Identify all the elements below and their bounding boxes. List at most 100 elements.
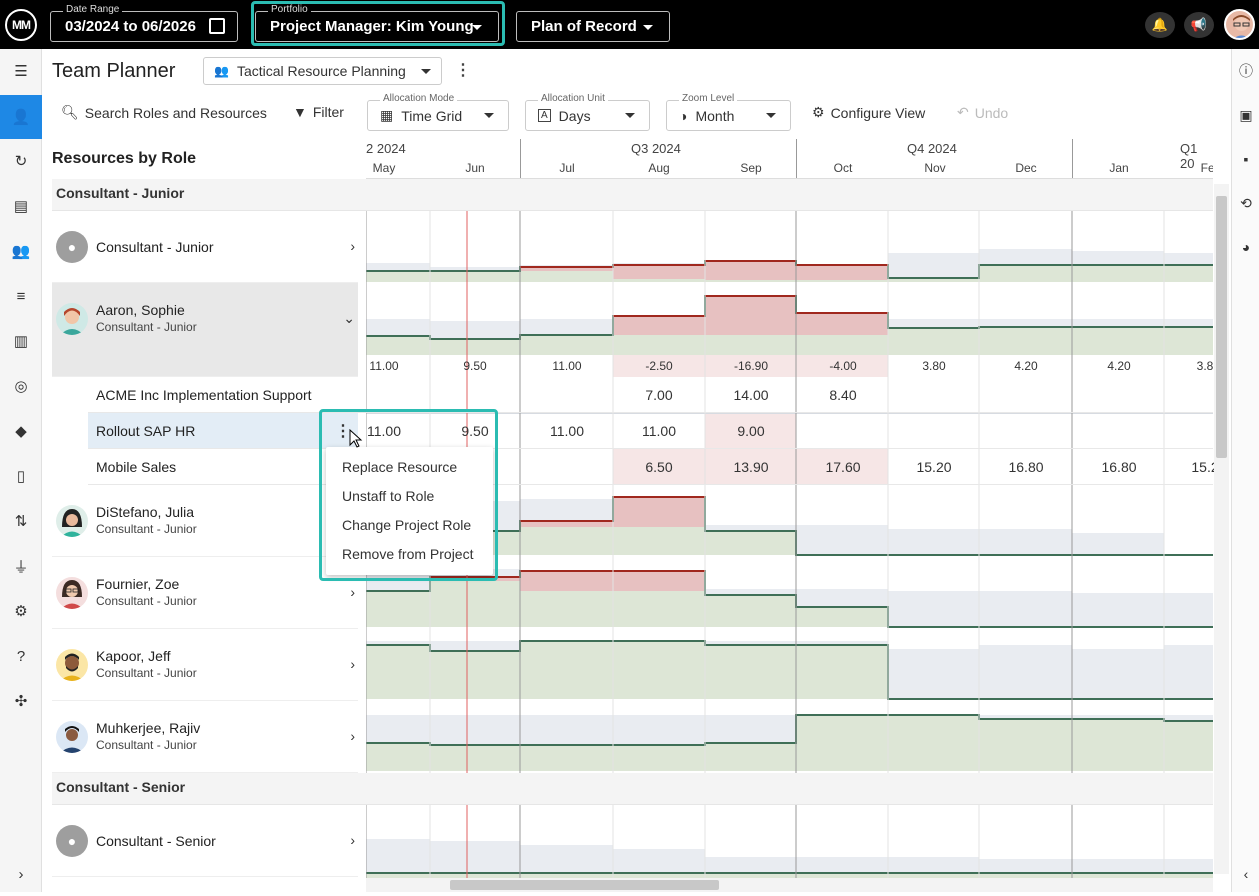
resource-row[interactable]: ● Consultant - Junior › [52, 211, 358, 283]
chevron-down-icon[interactable]: ⌄ [343, 310, 355, 327]
allocation-mode-select[interactable]: Allocation Mode ▦ Time Grid [367, 93, 509, 131]
allocation-cell[interactable]: 7.00 [645, 387, 672, 403]
allocation-cell[interactable]: 15.20 [916, 459, 951, 475]
zoom-level-select[interactable]: Zoom Level ◑ Month [666, 93, 791, 131]
vertical-scrollbar[interactable] [1214, 184, 1229, 874]
filter-button[interactable]: ▼ Filter [293, 104, 344, 120]
project-name: Rollout SAP HR [96, 423, 196, 439]
mouse-cursor-icon [349, 429, 363, 448]
allocation-cell[interactable]: 16.80 [1101, 459, 1136, 475]
resource-row[interactable]: DiStefano, Julia Consultant - Junior [52, 485, 358, 557]
date-range-value: 03/2024 to 06/2026 [65, 18, 196, 35]
sort-icon[interactable]: ⇅ [0, 499, 42, 543]
allocation-unit-value: Days [558, 107, 591, 124]
allocation-cell[interactable]: 13.90 [733, 459, 768, 475]
chat-icon[interactable]: ▣ [1232, 100, 1259, 130]
horizontal-scrollbar[interactable] [366, 878, 1213, 892]
search-button[interactable]: 🔍︎ Search Roles and Resources [61, 104, 267, 121]
allocation-cell[interactable]: 14.00 [733, 387, 768, 403]
allocation-unit-select[interactable]: Allocation Unit A Days [525, 93, 650, 131]
info-icon[interactable]: ⓘ [1232, 56, 1259, 86]
resource-role: Consultant - Junior [96, 738, 197, 752]
gear-icon: ⚙ [812, 104, 825, 120]
palette-icon[interactable]: ◕ [1232, 232, 1259, 262]
net-value-cell: 3.8 [1196, 359, 1214, 373]
allocation-cell[interactable]: 8.40 [829, 387, 856, 403]
chevron-right-icon[interactable]: › [350, 584, 355, 600]
plan-selector[interactable]: Plan of Record [516, 11, 670, 42]
resource-name: Muhkerjee, Rajiv [96, 720, 201, 736]
list-icon[interactable]: ≡ [0, 274, 42, 318]
chevron-left-icon[interactable]: ‹ [1232, 859, 1259, 889]
scrollbar-thumb[interactable] [450, 880, 719, 890]
chevron-right-icon[interactable]: › [0, 852, 42, 896]
quarter-divider [796, 139, 797, 178]
allocation-mode-value: Time Grid [401, 107, 463, 124]
refresh-icon[interactable]: ↻ [0, 139, 42, 183]
resource-row[interactable]: Fournier, Zoe Consultant - Junior › [52, 557, 358, 629]
scrollbar-thumb[interactable] [1216, 196, 1227, 458]
net-value-cell: 3.80 [922, 359, 946, 373]
undo-button[interactable]: ↶ Undo [957, 104, 1008, 121]
chevron-right-icon[interactable]: › [350, 728, 355, 744]
configure-view-button[interactable]: ⚙ Configure View [812, 104, 925, 121]
diamond-icon[interactable]: ◆ [0, 409, 42, 453]
plug-icon[interactable]: ⏚ [0, 544, 42, 588]
quarter-divider [520, 139, 521, 178]
grid-icon: ▦ [380, 107, 394, 123]
comment-icon[interactable]: ▪ [1232, 144, 1259, 174]
allocation-cell[interactable]: 11.00 [642, 423, 676, 439]
resource-row-expanded[interactable]: Aaron, Sophie Consultant - Junior ⌄ [52, 283, 358, 377]
allocation-cell[interactable]: 16.80 [1008, 459, 1043, 475]
unit-icon: A [538, 109, 551, 122]
user-avatar[interactable] [1224, 9, 1255, 40]
gear-icon[interactable]: ⚙ [0, 589, 42, 633]
resource-row[interactable]: ● Consultant - Senior › [52, 805, 358, 877]
group-header[interactable]: Consultant - Junior [52, 179, 1213, 211]
document-icon[interactable]: ▯ [0, 454, 42, 498]
month-label: May [372, 161, 396, 175]
board-icon[interactable]: ▥ [0, 319, 42, 363]
date-range-field[interactable]: Date Range 03/2024 to 06/2026 [50, 4, 238, 42]
allocation-unit-label: Allocation Unit [538, 93, 608, 104]
clipboard-icon[interactable]: ▤ [0, 184, 42, 228]
resource-name: Fournier, Zoe [96, 576, 180, 592]
net-value-cell: 11.00 [369, 359, 399, 373]
net-value-cell: -16.90 [733, 359, 769, 373]
net-value-cell: 4.20 [1014, 359, 1038, 373]
resource-row[interactable]: Muhkerjee, Rajiv Consultant - Junior › [52, 701, 358, 773]
portfolio-highlight [251, 1, 505, 46]
net-value-cell: 9.50 [463, 359, 487, 373]
chevron-right-icon[interactable]: › [350, 656, 355, 672]
allocation-cell[interactable]: 6.50 [645, 459, 672, 475]
avatar [56, 505, 88, 537]
resource-row[interactable]: Kapoor, Jeff Consultant - Junior › [52, 629, 358, 701]
allocation-cell[interactable]: 17.60 [825, 459, 860, 475]
bell-icon[interactable]: 🔔 [1145, 12, 1175, 38]
app-logo[interactable]: MM [5, 9, 37, 41]
resource-role: Consultant - Junior [96, 594, 197, 608]
group-header[interactable]: Consultant - Senior [52, 773, 1213, 805]
resource-name: Aaron, Sophie [96, 302, 185, 318]
people-icon[interactable]: 👥 [0, 229, 42, 273]
target-icon[interactable]: ◎ [0, 364, 42, 408]
calendar-icon[interactable] [209, 18, 225, 34]
compass-icon[interactable]: ✣ [0, 679, 42, 723]
month-label: Sep [740, 161, 762, 175]
megaphone-icon[interactable]: 📢 [1184, 12, 1214, 38]
history-icon[interactable]: ⟲ [1232, 188, 1259, 218]
chevron-right-icon[interactable]: › [350, 238, 355, 254]
team-planner-icon[interactable]: 👤 [0, 95, 42, 139]
more-options-icon[interactable]: ⋮ [455, 60, 471, 80]
month-label: Feb [1200, 161, 1213, 175]
allocation-cell[interactable]: 11.00 [550, 423, 584, 439]
month-label: Nov [924, 161, 946, 175]
view-selector[interactable]: 👥 Tactical Resource Planning [203, 57, 442, 85]
help-icon[interactable]: ? [0, 634, 42, 678]
menu-icon[interactable]: ☰ [0, 49, 42, 93]
allocation-mode-label: Allocation Mode [380, 93, 458, 104]
net-value-cell: 11.00 [552, 359, 582, 373]
allocation-cell[interactable]: 9.00 [737, 423, 764, 439]
overallocation-area [705, 296, 796, 335]
chevron-right-icon[interactable]: › [350, 832, 355, 848]
